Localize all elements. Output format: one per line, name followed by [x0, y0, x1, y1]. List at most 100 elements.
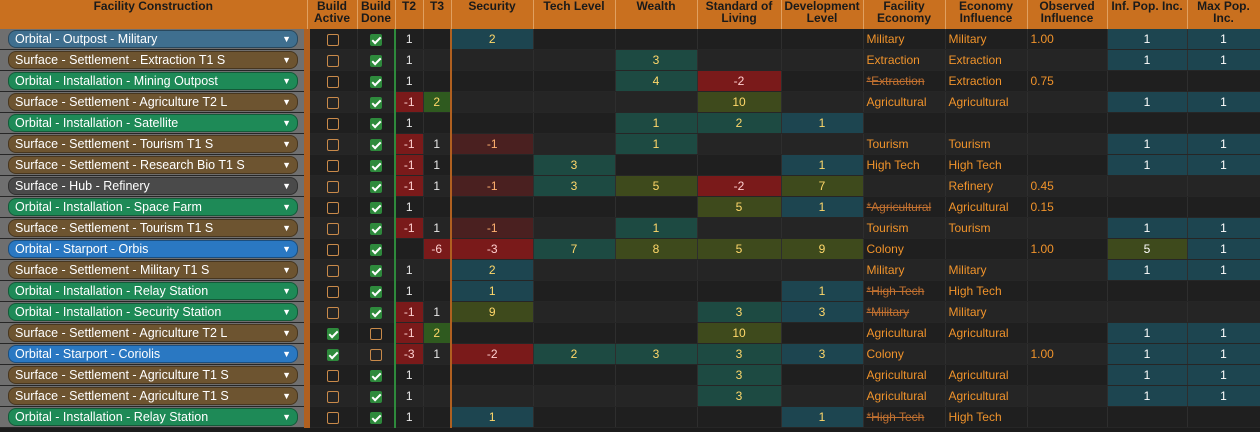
facility-dropdown[interactable]: Surface - Settlement - Agriculture T2 L …: [8, 324, 298, 342]
build-done-checkbox[interactable]: [369, 327, 382, 340]
facility-select[interactable]: Orbital - Starport - Coriolis ▼: [0, 343, 310, 365]
facility-dropdown[interactable]: Surface - Settlement - Research Bio T1 S…: [8, 156, 298, 174]
inf-pop-inc-cell: 1: [1107, 259, 1188, 281]
header-inf-pop-inc[interactable]: Inf. Pop. Inc.: [1107, 0, 1188, 29]
facility-select[interactable]: Surface - Settlement - Agriculture T1 S …: [0, 385, 310, 407]
header-t2[interactable]: T2: [395, 0, 424, 29]
build-active-checkbox[interactable]: [327, 54, 340, 67]
build-active-checkbox[interactable]: [327, 180, 340, 193]
facility-dropdown[interactable]: Surface - Settlement - Agriculture T1 S …: [8, 366, 298, 384]
facility-dropdown[interactable]: Orbital - Starport - Orbis ▼: [8, 240, 298, 258]
facility-dropdown[interactable]: Surface - Hub - Refinery ▼: [8, 177, 298, 195]
facility-dropdown[interactable]: Surface - Settlement - Tourism T1 S ▼: [8, 219, 298, 237]
facility-select[interactable]: Surface - Settlement - Agriculture T2 L …: [0, 91, 310, 113]
facility-dropdown[interactable]: Orbital - Installation - Satellite ▼: [8, 114, 298, 132]
facility-select[interactable]: Orbital - Starport - Orbis ▼: [0, 238, 310, 260]
build-active-checkbox[interactable]: [327, 117, 340, 130]
economy-influence-cell: Refinery: [945, 175, 1028, 197]
build-done-checkbox[interactable]: [369, 285, 382, 298]
build-active-checkbox[interactable]: [327, 243, 340, 256]
facility-dropdown[interactable]: Orbital - Installation - Security Statio…: [8, 303, 298, 321]
facility-select[interactable]: Surface - Hub - Refinery ▼: [0, 175, 310, 197]
facility-dropdown[interactable]: Orbital - Installation - Space Farm ▼: [8, 198, 298, 216]
facility-select[interactable]: Surface - Settlement - Research Bio T1 S…: [0, 154, 310, 176]
facility-select[interactable]: Orbital - Installation - Space Farm ▼: [0, 196, 310, 218]
header-standard-of-living[interactable]: Standard of Living: [697, 0, 782, 29]
facility-dropdown[interactable]: Orbital - Starport - Coriolis ▼: [8, 345, 298, 363]
facility-select[interactable]: Surface - Settlement - Military T1 S ▼: [0, 259, 310, 281]
facility-select[interactable]: Orbital - Installation - Satellite ▼: [0, 112, 310, 134]
header-wealth[interactable]: Wealth: [615, 0, 698, 29]
max-pop-inc-cell: 1: [1187, 238, 1260, 260]
facility-select[interactable]: Orbital - Outpost - Military ▼: [0, 29, 310, 50]
header-economy-influence[interactable]: Economy Influence: [945, 0, 1028, 29]
build-done-checkbox[interactable]: [369, 201, 382, 214]
build-done-checkbox[interactable]: [369, 75, 382, 88]
header-max-pop-inc[interactable]: Max Pop. Inc.: [1187, 0, 1260, 29]
build-done-checkbox[interactable]: [369, 369, 382, 382]
header-facility[interactable]: Facility Construction: [0, 0, 308, 29]
facility-dropdown[interactable]: Surface - Settlement - Agriculture T2 L …: [8, 93, 298, 111]
build-done-checkbox[interactable]: [369, 222, 382, 235]
standard-of-living-cell: 10: [697, 322, 782, 344]
standard-of-living-cell: [697, 406, 782, 428]
facility-dropdown[interactable]: Orbital - Installation - Mining Outpost …: [8, 72, 298, 90]
build-active-checkbox[interactable]: [327, 390, 340, 403]
build-active-checkbox[interactable]: [327, 285, 340, 298]
build-active-checkbox[interactable]: [327, 222, 340, 235]
build-done-checkbox[interactable]: [369, 306, 382, 319]
build-active-checkbox[interactable]: [327, 33, 340, 46]
facility-dropdown[interactable]: Orbital - Installation - Relay Station ▼: [8, 282, 298, 300]
facility-select[interactable]: Surface - Settlement - Tourism T1 S ▼: [0, 217, 310, 239]
t2-cell: -1: [394, 217, 424, 239]
facility-select[interactable]: Surface - Settlement - Extraction T1 S ▼: [0, 49, 310, 71]
header-observed-influence[interactable]: Observed Influence: [1027, 0, 1108, 29]
build-active-checkbox[interactable]: [327, 369, 340, 382]
build-active-checkbox[interactable]: [327, 75, 340, 88]
facility-select[interactable]: Orbital - Installation - Relay Station ▼: [0, 406, 310, 428]
header-facility-economy[interactable]: Facility Economy: [863, 0, 946, 29]
facility-dropdown[interactable]: Orbital - Outpost - Military ▼: [8, 30, 298, 48]
header-t3[interactable]: T3: [423, 0, 452, 29]
build-active-checkbox[interactable]: [327, 411, 340, 424]
t2-cell: 1: [394, 112, 424, 134]
header-development-level[interactable]: Development Level: [781, 0, 864, 29]
build-active-checkbox[interactable]: [327, 201, 340, 214]
build-done-checkbox[interactable]: [369, 54, 382, 67]
build-active-checkbox[interactable]: [327, 159, 340, 172]
header-build-done[interactable]: Build Done: [357, 0, 396, 29]
header-security[interactable]: Security: [451, 0, 534, 29]
build-done-checkbox[interactable]: [369, 117, 382, 130]
facility-select[interactable]: Orbital - Installation - Security Statio…: [0, 301, 310, 323]
facility-dropdown[interactable]: Surface - Settlement - Tourism T1 S ▼: [8, 135, 298, 153]
facility-dropdown[interactable]: Surface - Settlement - Agriculture T1 S …: [8, 387, 298, 405]
build-done-checkbox[interactable]: [369, 390, 382, 403]
facility-select[interactable]: Orbital - Installation - Relay Station ▼: [0, 280, 310, 302]
build-active-checkbox[interactable]: [327, 306, 340, 319]
build-active-checkbox[interactable]: [327, 348, 340, 361]
build-done-checkbox[interactable]: [369, 411, 382, 424]
facility-dropdown[interactable]: Orbital - Installation - Relay Station ▼: [8, 408, 298, 426]
facility-dropdown[interactable]: Surface - Settlement - Military T1 S ▼: [8, 261, 298, 279]
build-active-checkbox[interactable]: [327, 264, 340, 277]
build-active-checkbox[interactable]: [327, 327, 340, 340]
facility-select[interactable]: Orbital - Installation - Mining Outpost …: [0, 70, 310, 92]
facility-select[interactable]: Surface - Settlement - Agriculture T2 L …: [0, 322, 310, 344]
build-done-checkbox[interactable]: [369, 159, 382, 172]
wealth-cell: 4: [615, 70, 698, 92]
build-active-checkbox[interactable]: [327, 96, 340, 109]
build-done-checkbox[interactable]: [369, 264, 382, 277]
build-done-checkbox[interactable]: [369, 348, 382, 361]
max-pop-inc-cell: 1: [1187, 154, 1260, 176]
header-build-active[interactable]: Build Active: [307, 0, 358, 29]
facility-dropdown[interactable]: Surface - Settlement - Extraction T1 S ▼: [8, 51, 298, 69]
build-done-checkbox[interactable]: [369, 33, 382, 46]
build-done-checkbox[interactable]: [369, 138, 382, 151]
facility-select[interactable]: Surface - Settlement - Agriculture T1 S …: [0, 364, 310, 386]
facility-select[interactable]: Surface - Settlement - Tourism T1 S ▼: [0, 133, 310, 155]
build-active-checkbox[interactable]: [327, 138, 340, 151]
header-tech-level[interactable]: Tech Level: [533, 0, 616, 29]
build-done-checkbox[interactable]: [369, 243, 382, 256]
build-done-checkbox[interactable]: [369, 180, 382, 193]
build-done-checkbox[interactable]: [369, 96, 382, 109]
